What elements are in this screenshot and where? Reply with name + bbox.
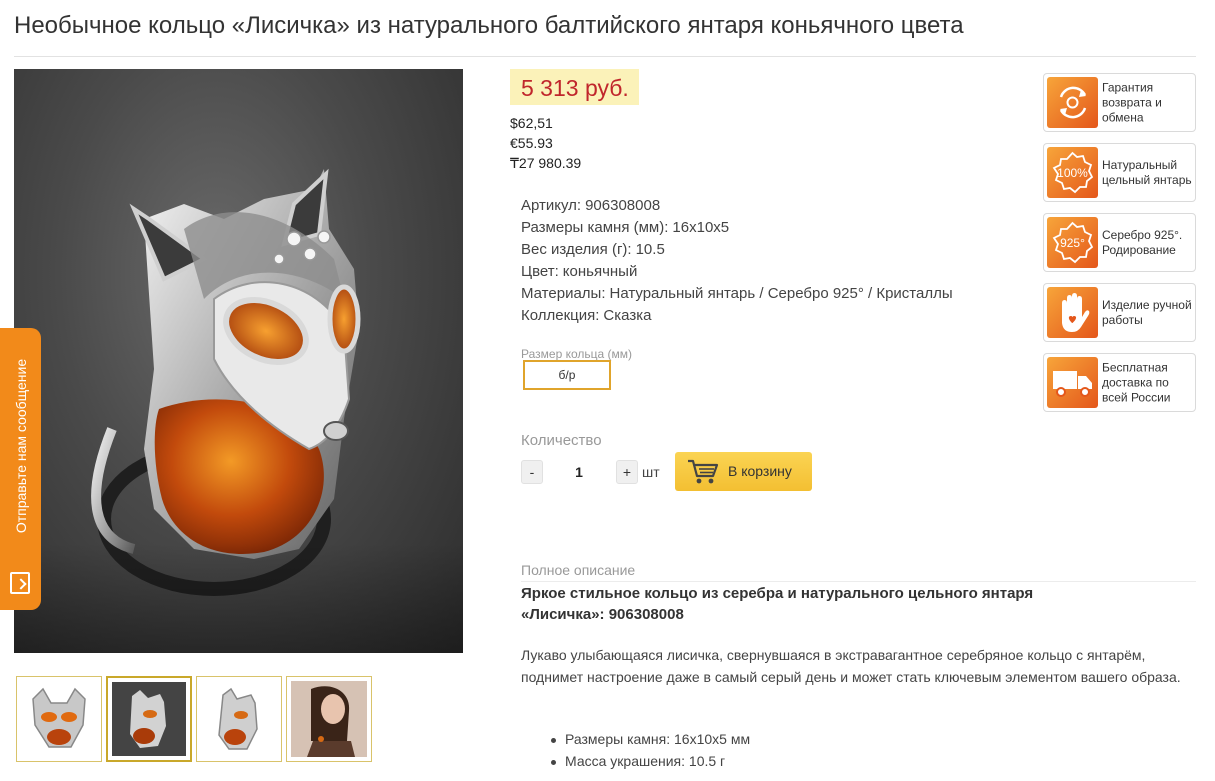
- hand-icon: [1047, 287, 1098, 338]
- price-box: 5 313 руб.: [510, 69, 639, 105]
- title-divider: [14, 56, 1196, 57]
- silver-925-icon: 925°: [1047, 217, 1098, 268]
- badge-label: Изделие ручной работы: [1102, 297, 1192, 327]
- quantity-input[interactable]: [549, 460, 609, 484]
- feedback-label: Отправьте нам сообщение: [12, 358, 29, 534]
- ring-size-label: Размер кольца (мм): [521, 347, 632, 361]
- price-kzt: ₸27 980.39: [510, 155, 582, 171]
- description-bullets: Размеры камня: 16x10x5 мм Масса украшени…: [548, 728, 750, 772]
- list-item: Масса украшения: 10.5 г: [548, 750, 750, 772]
- quantity-unit: шт: [642, 464, 660, 480]
- spec-weight: Вес изделия (г): 10.5: [521, 241, 665, 258]
- image-reflection: [14, 543, 463, 653]
- product-main-image[interactable]: [14, 69, 463, 653]
- cart-icon: [688, 459, 719, 484]
- chat-icon: [10, 572, 30, 594]
- thumbnail-1[interactable]: [16, 676, 102, 762]
- description-text: Лукаво улыбающаяся лисичка, свернувшаяся…: [521, 647, 1181, 685]
- ring-size-option[interactable]: б/р: [523, 360, 611, 390]
- page-title: Необычное кольцо «Лисичка» из натурально…: [14, 12, 964, 39]
- truck-icon: [1047, 357, 1098, 408]
- price-eur: €55.93: [510, 135, 553, 151]
- badge-silver-925: 925° Серебро 925°. Родирование: [1043, 213, 1196, 272]
- badge-handmade: Изделие ручной работы: [1043, 283, 1196, 342]
- add-to-cart-button[interactable]: В корзину: [675, 452, 812, 491]
- 100-percent-icon: 100%: [1047, 147, 1098, 198]
- quantity-label: Количество: [521, 432, 602, 449]
- spec-materials: Материалы: Натуральный янтарь / Серебро 9…: [521, 285, 953, 302]
- svg-text:100%: 100%: [1057, 166, 1088, 180]
- svg-text:925°: 925°: [1060, 236, 1085, 250]
- price-usd: $62,51: [510, 115, 553, 131]
- thumbnail-2[interactable]: [106, 676, 192, 762]
- spec-stone-size: Размеры камня (мм): 16x10x5: [521, 219, 730, 236]
- thumbnail-3[interactable]: [196, 676, 282, 762]
- price-main: 5 313 руб.: [521, 75, 629, 101]
- badge-label: Бесплатная доставка по всей России: [1102, 360, 1171, 404]
- thumbnail-strip: [16, 676, 372, 762]
- spec-article: Артикул: 906308008: [521, 197, 661, 214]
- badge-label: Серебро 925°. Родирование: [1102, 227, 1183, 257]
- quantity-increase-button[interactable]: +: [616, 460, 638, 484]
- badge-return-guarantee: Гарантия возврата и обмена: [1043, 73, 1196, 132]
- product-specs: Артикул: 906308008 Размеры камня (мм): 16x…: [521, 195, 953, 327]
- badge-label: Натуральный цельный янтарь: [1102, 157, 1192, 187]
- add-to-cart-label: В корзину: [728, 463, 792, 479]
- badge-free-delivery: Бесплатная доставка по всей России: [1043, 353, 1196, 412]
- spec-collection: Коллекция: Сказка: [521, 307, 652, 324]
- list-item: Размеры камня: 16x10x5 мм: [548, 728, 750, 750]
- description-divider: [521, 581, 1196, 582]
- description-title: Яркое стильное кольцо из серебра и натур…: [521, 585, 1034, 623]
- badge-label: Гарантия возврата и обмена: [1102, 80, 1162, 124]
- spec-color: Цвет: коньячный: [521, 263, 638, 280]
- description-label: Полное описание: [521, 562, 636, 578]
- badge-natural-amber: 100% Натуральный цельный янтарь: [1043, 143, 1196, 202]
- return-icon: [1047, 77, 1098, 128]
- quantity-decrease-button[interactable]: -: [521, 460, 543, 484]
- thumbnail-4[interactable]: [286, 676, 372, 762]
- feedback-tab[interactable]: Отправьте нам сообщение: [0, 328, 41, 610]
